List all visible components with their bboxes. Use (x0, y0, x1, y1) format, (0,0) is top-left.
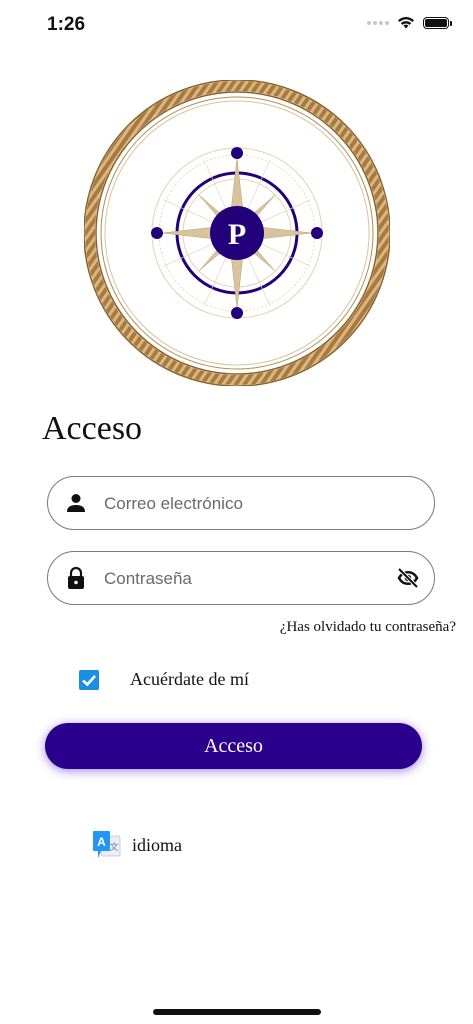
remember-me-label: Acuérdate de mí (130, 669, 249, 689)
wifi-icon (398, 17, 414, 29)
password-field[interactable] (47, 551, 435, 605)
language-label: idioma (132, 834, 182, 855)
page-title: Acceso (42, 410, 143, 447)
home-indicator (153, 1009, 321, 1015)
remember-me-checkbox[interactable] (79, 670, 99, 690)
status-icons (367, 16, 452, 29)
compass-logo: P (84, 80, 390, 386)
translate-icon: A 文 (93, 831, 121, 858)
password-input[interactable] (102, 552, 396, 605)
language-selector[interactable]: A 文 idioma (92, 830, 182, 860)
email-input[interactable] (102, 477, 396, 530)
svg-text:A: A (97, 835, 106, 849)
eye-off-icon[interactable] (396, 567, 420, 589)
checkmark-icon (82, 675, 96, 687)
battery-icon (423, 16, 452, 29)
status-time: 1:26 (47, 14, 86, 35)
svg-text:文: 文 (109, 841, 118, 852)
person-icon (67, 494, 85, 512)
status-bar: 1:26 (0, 0, 473, 50)
email-field[interactable] (47, 476, 435, 530)
lock-icon (68, 566, 84, 589)
logo-letter: P (228, 218, 246, 251)
signal-icon (367, 20, 389, 25)
login-button[interactable]: Acceso (45, 723, 422, 769)
forgot-password-link[interactable]: ¿Has olvidado tu contraseña? (280, 619, 456, 636)
